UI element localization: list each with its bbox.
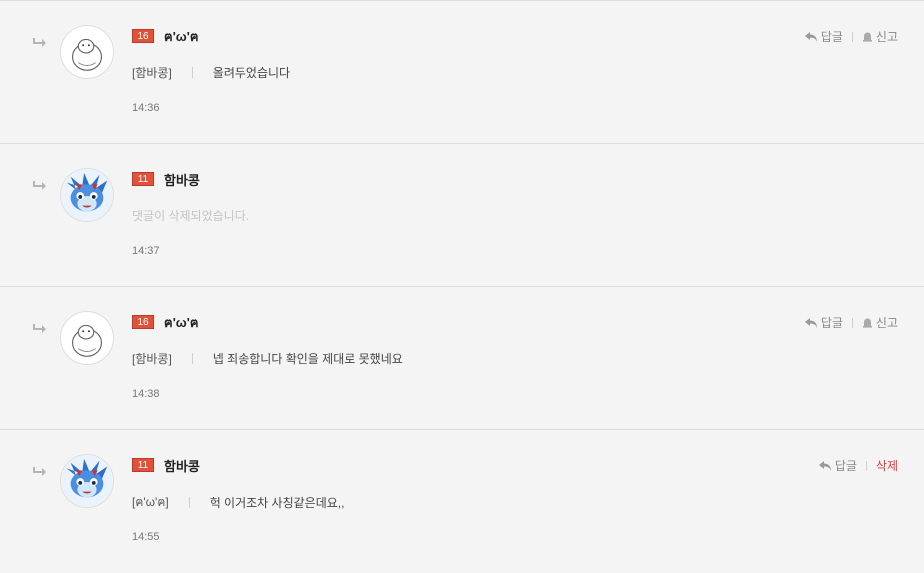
dragon-avatar-icon <box>61 169 113 221</box>
level-badge: 11 <box>132 458 154 472</box>
reply-arrow-icon <box>33 181 46 190</box>
nickname[interactable]: ฅ'ω'ฅ <box>164 26 199 47</box>
comment-header: 11 함바콩 <box>132 170 200 188</box>
comment-actions: 답글 신고 <box>804 314 898 331</box>
comment-text: 올려두었습니다 <box>212 66 291 80</box>
penguin-avatar-icon <box>71 324 103 357</box>
report-label: 신고 <box>875 30 898 44</box>
action-divider <box>865 460 867 471</box>
comment-body: [함바콩] 올려두었습니다 <box>132 64 290 81</box>
reply-button[interactable]: 답글 <box>818 457 857 474</box>
level-badge: 11 <box>132 172 154 186</box>
reply-label: 답글 <box>820 316 843 330</box>
reply-button[interactable]: 답글 <box>804 28 843 45</box>
mention-divider <box>191 353 193 364</box>
comment-actions: 답글 삭제 <box>818 457 898 474</box>
comment-header: 16 ฅ'ω'ฅ <box>132 27 199 45</box>
mention[interactable]: [ฅ'ω'ฅ] <box>132 493 169 512</box>
penguin-avatar-icon <box>71 38 103 71</box>
comment-list: 16 ฅ'ω'ฅ 답글 신고 [함바콩] 올려두었습니다 14:36 11 함바… <box>0 0 924 566</box>
reply-icon <box>804 31 817 42</box>
avatar[interactable] <box>60 25 114 79</box>
report-button[interactable]: 신고 <box>862 314 898 331</box>
timestamp: 14:36 <box>132 102 160 114</box>
timestamp: 14:37 <box>132 245 160 257</box>
nickname[interactable]: 함바콩 <box>164 170 200 189</box>
avatar[interactable] <box>60 168 114 222</box>
timestamp: 14:55 <box>132 531 160 543</box>
timestamp: 14:38 <box>132 388 160 400</box>
report-label: 신고 <box>875 316 898 330</box>
mention-divider <box>188 497 190 508</box>
siren-icon <box>862 318 872 328</box>
reply-icon <box>818 460 831 471</box>
comment-header: 16 ฅ'ω'ฅ <box>132 313 199 331</box>
reply-arrow-icon <box>33 324 46 333</box>
nickname[interactable]: ฅ'ω'ฅ <box>164 312 199 333</box>
reply-arrow-icon <box>33 38 46 47</box>
deleted-notice: 댓글이 삭제되었습니다. <box>132 209 250 223</box>
comment-item: 16 ฅ'ω'ฅ 답글 신고 [함바콩] 올려두었습니다 14:36 <box>0 1 924 144</box>
level-badge: 16 <box>132 29 154 43</box>
nickname[interactable]: 함바콩 <box>164 456 200 475</box>
reply-label: 답글 <box>834 459 857 473</box>
mention[interactable]: [함바콩] <box>132 350 172 367</box>
avatar[interactable] <box>60 311 114 365</box>
action-divider <box>851 317 853 328</box>
reply-label: 답글 <box>820 30 843 44</box>
comment-text: 헉 이거조차 사칭같은데요,, <box>209 496 345 510</box>
comment-body: [함바콩] 넵 죄송합니다 확인을 제대로 못했네요 <box>132 350 403 367</box>
comment-item: 11 함바콩 댓글이 삭제되었습니다. 14:37 <box>0 144 924 287</box>
comment-header: 11 함바콩 <box>132 456 200 474</box>
delete-button[interactable]: 삭제 <box>876 457 898 474</box>
avatar[interactable] <box>60 454 114 508</box>
siren-icon <box>862 32 872 42</box>
comment-item: 11 함바콩 답글 삭제 [ฅ'ω'ฅ] 헉 이거조차 사칭같은데요,, 14:… <box>0 430 924 573</box>
action-divider <box>851 31 853 42</box>
mention[interactable]: [함바콩] <box>132 64 172 81</box>
comment-body: 댓글이 삭제되었습니다. <box>132 207 249 224</box>
report-button[interactable]: 신고 <box>862 28 898 45</box>
mention-divider <box>191 67 193 78</box>
comment-item: 16 ฅ'ω'ฅ 답글 신고 [함바콩] 넵 죄송합니다 확인을 제대로 못했네… <box>0 287 924 430</box>
reply-button[interactable]: 답글 <box>804 314 843 331</box>
dragon-avatar-icon <box>61 455 113 507</box>
comment-body: [ฅ'ω'ฅ] 헉 이거조차 사칭같은데요,, <box>132 493 344 512</box>
level-badge: 16 <box>132 315 154 329</box>
reply-icon <box>804 317 817 328</box>
comment-text: 넵 죄송합니다 확인을 제대로 못했네요 <box>212 352 403 366</box>
comment-actions: 답글 신고 <box>804 28 898 45</box>
reply-arrow-icon <box>33 467 46 476</box>
